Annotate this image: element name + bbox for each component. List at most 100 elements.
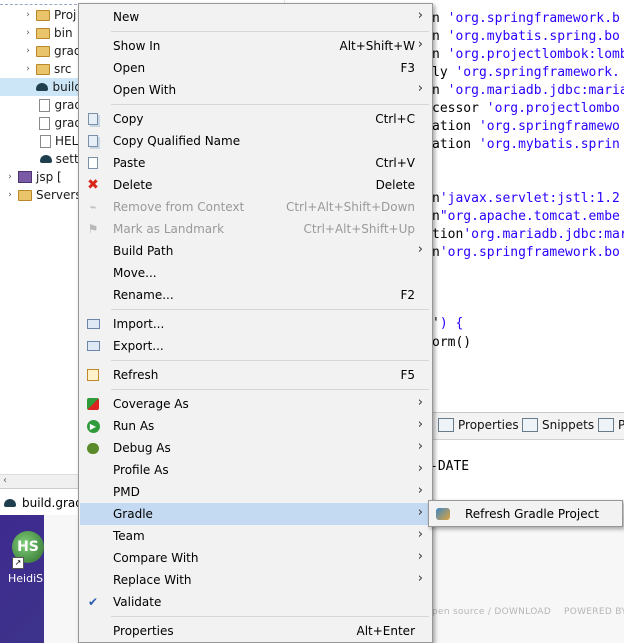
menu-separator [111,309,429,310]
menu-item-shortcut: F2 [400,288,415,302]
menu-item-label: Remove from Context [113,200,245,214]
menu-item-validate[interactable]: ✔ Validate [80,591,431,613]
submenu-arrow-icon: › [417,483,423,498]
code-string: 'org.mariadb.jdbc:mar [463,227,624,242]
code-line: n 'org.springframework.b [432,11,620,26]
submenu-arrow-icon: › [417,505,423,520]
code-token: ly [432,65,456,80]
expand-chevron-icon[interactable]: › [22,10,34,20]
snippets-icon [522,418,538,432]
code-string: 'org.projectlombo [486,101,620,116]
explorer-item[interactable]: setti [0,150,82,168]
menu-item-pmd[interactable]: PMD › [80,481,431,503]
paste-icon [86,156,100,170]
menu-item-label: Copy Qualified Name [113,134,241,148]
gradle-file-icon [39,155,52,163]
code-token: n [432,191,440,206]
menu-separator [111,616,429,617]
explorer-item[interactable]: grad [0,96,82,114]
expand-chevron-icon[interactable]: › [22,28,34,38]
menu-item-label: Export... [113,339,164,353]
editor-tab-build-gradle[interactable]: build.gradl [0,488,82,516]
copy-icon [86,112,100,126]
menu-separator [111,104,429,105]
code-line: ly 'org.springframework. [432,65,620,80]
gradle-file-icon [36,83,49,91]
menu-item-open[interactable]: Open F3 [80,57,431,79]
menu-item-label: Replace With [113,573,192,587]
menu-item-import[interactable]: Import... [80,313,431,335]
menu-item-label: Properties [113,624,174,638]
menu-item-rename[interactable]: Rename... F2 [80,284,431,306]
view-tab-pr[interactable]: Pr [598,418,624,432]
explorer-item[interactable]: › Servers [0,186,82,204]
menu-item-debug-as[interactable]: Debug As › [80,437,431,459]
menu-item-label: Gradle [113,507,153,521]
menu-item-shortcut: Ctrl+V [375,156,415,170]
explorer-horizontal-scrollbar[interactable]: ‹ [0,474,82,489]
menu-item-gradle[interactable]: Gradle › [80,503,431,525]
copy-qualified-name-icon [86,134,100,148]
menu-item-run-as[interactable]: ▶ Run As › [80,415,431,437]
menu-item-build-path[interactable]: Build Path › [80,240,431,262]
menu-item-label: Compare With [113,551,199,565]
expand-chevron-icon[interactable]: › [4,172,16,182]
menu-item-open-with[interactable]: Open With › [80,79,431,101]
menu-item-move[interactable]: Move... [80,262,431,284]
menu-item-refresh[interactable]: Refresh F5 [80,364,431,386]
scroll-left-arrow-icon[interactable]: ‹ [3,475,7,486]
explorer-item-label: Servers [36,188,82,202]
menu-item-label: Paste [113,156,146,170]
menu-item-new[interactable]: New › [80,6,431,28]
code-token: n [432,11,448,26]
menu-item-copy-qualified-name[interactable]: Copy Qualified Name [80,130,431,152]
menu-item-copy[interactable]: Copy Ctrl+C [80,108,431,130]
explorer-item[interactable]: HEL [0,132,82,150]
menu-item-export[interactable]: Export... [80,335,431,357]
menu-item-delete[interactable]: ✖ Delete Delete [80,174,431,196]
explorer-item-label: HEL [55,134,79,148]
menu-item-label: Team [113,529,145,543]
code-token: tion [432,227,464,242]
view-tab-snippets[interactable]: Snippets [522,418,594,432]
explorer-item[interactable]: build [0,78,82,96]
explorer-item[interactable]: › Proj [0,6,82,24]
expand-chevron-icon[interactable]: › [4,190,16,200]
menu-item-show-in[interactable]: Show In Alt+Shift+W › [80,35,431,57]
menu-item-profile-as[interactable]: Profile As › [80,459,431,481]
menu-item-label: Coverage As [113,397,189,411]
menu-item-team[interactable]: Team › [80,525,431,547]
explorer-item[interactable]: › src [0,60,82,78]
menu-item-replace-with[interactable]: Replace With › [80,569,431,591]
menu-item-coverage-as[interactable]: Coverage As › [80,393,431,415]
view-tab-properties[interactable]: Properties [438,418,519,432]
explorer-item[interactable]: grad [0,114,82,132]
code-line: n'javax.servlet:jstl:1.2 [432,191,620,206]
explorer-item[interactable]: › jsp [ [0,168,82,186]
explorer-item[interactable]: › bin [0,24,82,42]
code-string: 'org.springframework.bo [439,245,620,260]
menu-item-label: Move... [113,266,157,280]
remove-context-icon: ⌁ [89,200,97,214]
folder-icon [36,9,50,21]
menu-item-label: Show In [113,39,161,53]
explorer-item[interactable]: › grad [0,42,82,60]
heidisql-app-label[interactable]: HeidiS [8,572,43,585]
expand-chevron-icon[interactable]: › [22,46,34,56]
progress-icon [598,418,614,432]
console-output: -DATE [430,459,470,474]
menu-item-remove-from-context: ⌁ Remove from Context Ctrl+Alt+Shift+Down [80,196,431,218]
menu-item-shortcut: F3 [400,61,415,75]
landmark-icon: ⚑ [87,222,99,236]
menu-item-refresh-gradle-project[interactable]: Refresh Gradle Project [430,503,621,525]
menu-item-shortcut: Ctrl+Alt+Shift+Up [303,222,415,236]
gradle-submenu: Refresh Gradle Project [428,500,623,527]
expand-chevron-icon[interactable]: › [22,64,34,74]
menu-item-mark-as-landmark: ⚑ Mark as Landmark Ctrl+Alt+Shift+Up [80,218,431,240]
menu-item-properties[interactable]: Properties Alt+Enter [80,620,431,642]
menu-item-shortcut: Ctrl+Alt+Shift+Down [285,200,415,214]
view-tab-label: Properties [458,418,519,432]
code-line: cessor 'org.projectlombo [432,101,620,116]
menu-item-compare-with[interactable]: Compare With › [80,547,431,569]
menu-item-paste[interactable]: Paste Ctrl+V [80,152,431,174]
